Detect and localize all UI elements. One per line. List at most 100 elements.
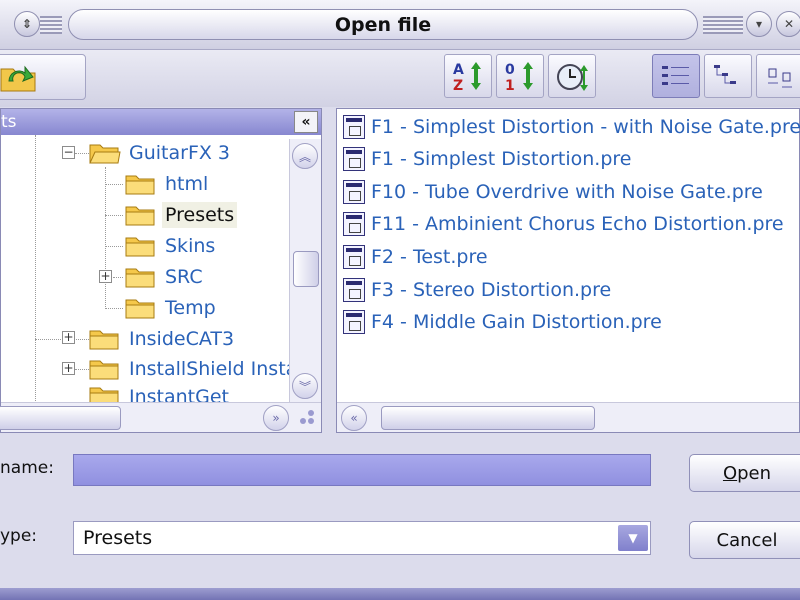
tree-connector	[35, 135, 36, 403]
chevron-up-icon: ︽	[298, 149, 311, 164]
tree-header-label: ts	[1, 112, 17, 132]
folder-icon	[89, 360, 119, 380]
file-name: F4 - Middle Gain Distortion.pre	[371, 311, 662, 333]
svg-text:1: 1	[505, 78, 515, 93]
tree-connector	[75, 153, 89, 154]
folder-icon	[125, 175, 155, 195]
tree-connector	[105, 246, 123, 247]
tree-connector	[105, 167, 106, 309]
folder-icon	[125, 237, 155, 257]
file-name-label: name:	[0, 458, 54, 478]
folder-open-icon	[89, 144, 121, 164]
tree-view-icon	[714, 65, 736, 84]
updown-icon: ⇕	[21, 17, 33, 31]
tree-connector	[105, 308, 123, 309]
folder-icon	[89, 387, 119, 402]
chevron-right-icon: »	[272, 411, 280, 425]
sort-by-date-button[interactable]	[548, 54, 596, 98]
scroll-left-button[interactable]: «	[341, 405, 367, 431]
open-button[interactable]: Open	[689, 454, 800, 492]
open-button-label: pen	[737, 462, 772, 484]
tree-item-instantget[interactable]: InstantGet	[89, 384, 289, 402]
sort-01-icon: 0 1	[505, 62, 533, 93]
tree-header: ts	[1, 109, 321, 135]
tree-item-html[interactable]: html	[125, 169, 211, 199]
list-view-icon	[768, 68, 792, 88]
scroll-up-button[interactable]: ︽	[292, 143, 318, 169]
sort-by-size-button[interactable]: 0 1	[496, 54, 544, 98]
cancel-button[interactable]: Cancel	[689, 521, 800, 559]
collapse-tree-button[interactable]: «	[294, 111, 318, 133]
minimize-button[interactable]: ▾	[746, 11, 772, 37]
file-type-select[interactable]: Presets ▼	[73, 521, 651, 555]
up-folder-button[interactable]	[0, 54, 86, 100]
scroll-thumb[interactable]	[293, 251, 319, 287]
title-grip-right	[703, 16, 743, 34]
file-name: F1 - Simplest Distortion.pre	[371, 148, 632, 170]
window-title: Open file	[68, 9, 698, 40]
tree-item-skins[interactable]: Skins	[125, 231, 218, 261]
scroll-down-button[interactable]: ︾	[292, 373, 318, 399]
tree-item-label: InstantGet	[129, 386, 229, 402]
scroll-thumb[interactable]	[381, 406, 595, 430]
sort-by-name-button[interactable]: A Z	[444, 54, 492, 98]
folder-icon	[125, 299, 155, 319]
svg-text:A: A	[453, 62, 464, 78]
tree-horizontal-scrollbar[interactable]: »	[0, 402, 321, 432]
folder-icon	[125, 206, 155, 226]
cancel-button-label: Cancel	[716, 529, 778, 551]
window-menu-button[interactable]: ⇕	[14, 11, 40, 37]
scroll-right-button[interactable]: »	[263, 405, 289, 431]
tree-expander[interactable]: +	[62, 331, 75, 344]
close-icon: ✕	[783, 17, 795, 31]
file-name: F11 - Ambinient Chorus Echo Distortion.p…	[371, 213, 784, 235]
close-button[interactable]: ✕	[776, 11, 800, 37]
file-item[interactable]: F1 - Simplest Distortion.pre	[343, 144, 632, 174]
file-item[interactable]: F3 - Stereo Distortion.pre	[343, 275, 611, 305]
details-view-icon	[662, 66, 689, 85]
tree-vertical-scrollbar[interactable]: ︽ ︾	[289, 139, 321, 403]
tree-item-insidecat3[interactable]: InsideCAT3	[89, 324, 237, 354]
tree-expander[interactable]: +	[62, 362, 75, 375]
file-item[interactable]: F4 - Middle Gain Distortion.pre	[343, 307, 662, 337]
dropdown-button[interactable]: ▼	[618, 525, 648, 551]
tree-item-label: GuitarFX 3	[129, 142, 231, 164]
tree-item-label: Skins	[165, 235, 216, 257]
folder-icon	[89, 330, 119, 350]
double-chevron-left-icon: «	[301, 114, 311, 130]
file-item[interactable]: F11 - Ambinient Chorus Echo Distortion.p…	[343, 209, 784, 239]
preset-file-icon	[343, 147, 365, 171]
svg-text:0: 0	[505, 62, 515, 78]
file-item[interactable]: F2 - Test.pre	[343, 242, 488, 272]
tree-view-button[interactable]	[704, 54, 752, 98]
tree-expander[interactable]: −	[62, 146, 75, 159]
file-item[interactable]: F1 - Simplest Distortion - with Noise Ga…	[343, 112, 800, 142]
chevron-left-icon: «	[350, 411, 358, 425]
preset-file-icon	[343, 212, 365, 236]
tree-connector	[105, 215, 123, 216]
files-horizontal-scrollbar[interactable]: «	[337, 402, 799, 432]
details-view-button[interactable]	[652, 54, 700, 98]
scroll-thumb[interactable]	[0, 406, 121, 430]
tree-item-label: InsideCAT3	[129, 328, 235, 350]
preset-file-icon	[343, 115, 365, 139]
file-name: F1 - Simplest Distortion - with Noise Ga…	[371, 116, 800, 138]
tree-item-guitarfx3[interactable]: GuitarFX 3	[89, 138, 233, 168]
preset-file-icon	[343, 180, 365, 204]
file-list-pane: F1 - Simplest Distortion - with Noise Ga…	[336, 108, 800, 433]
list-view-button[interactable]	[756, 54, 800, 98]
file-item[interactable]: F10 - Tube Overdrive with Noise Gate.pre	[343, 177, 763, 207]
tree-item-temp[interactable]: Temp	[125, 293, 219, 323]
tree-expander[interactable]: +	[99, 270, 112, 283]
file-name: F2 - Test.pre	[371, 246, 488, 268]
folder-tree-pane: ts « − + + + GuitarFX 3 html Presets Ski…	[0, 108, 322, 433]
open-access-key: O	[722, 462, 738, 484]
tree-item-installshield[interactable]: InstallShield Instal	[89, 354, 289, 384]
tree-item-label: SRC	[165, 266, 203, 288]
preset-file-icon	[343, 278, 365, 302]
sort-az-icon: A Z	[453, 62, 481, 93]
file-name-input[interactable]	[73, 454, 651, 486]
tree-item-presets[interactable]: Presets	[125, 200, 238, 230]
tree-item-src[interactable]: SRC	[125, 262, 206, 292]
resize-grip-icon[interactable]	[295, 409, 317, 429]
